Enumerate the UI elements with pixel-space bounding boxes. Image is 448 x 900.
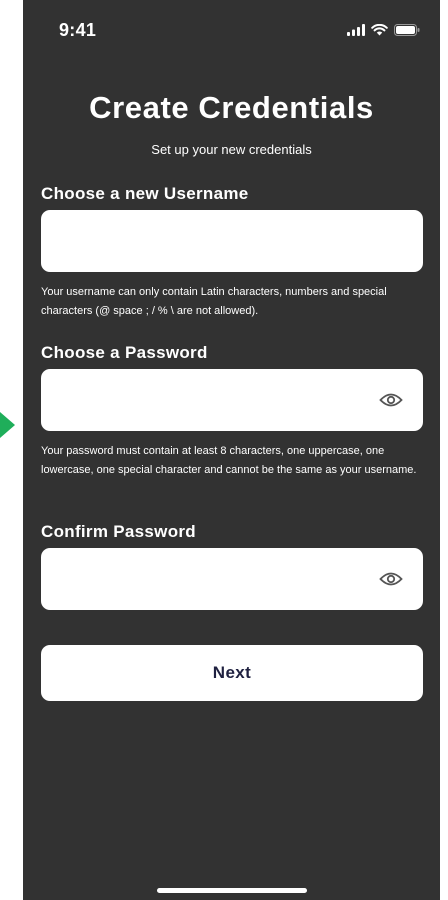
password-input[interactable]	[41, 369, 423, 431]
phone-screen: 9:41 Create Credentials Set up your new …	[23, 0, 440, 900]
confirm-password-input[interactable]	[41, 548, 423, 610]
username-hint: Your username can only contain Latin cha…	[41, 286, 387, 317]
page-subtitle: Set up your new credentials	[151, 142, 312, 157]
confirm-password-visibility-toggle[interactable]	[376, 564, 406, 594]
home-indicator[interactable]	[157, 888, 307, 893]
green-arrow-marker	[0, 412, 15, 438]
page-title: Create Credentials	[89, 90, 374, 125]
status-time: 9:41	[59, 20, 97, 40]
eye-icon	[379, 393, 403, 407]
confirm-password-label: Confirm Password	[41, 522, 196, 541]
password-label: Choose a Password	[41, 343, 208, 362]
wifi-icon	[371, 24, 388, 36]
next-button[interactable]: Next	[41, 645, 423, 701]
status-bar: 9:41	[23, 0, 440, 60]
signal-icon	[347, 24, 365, 36]
password-hint: Your password must contain at least 8 ch…	[41, 445, 417, 476]
eye-icon	[379, 572, 403, 586]
username-label: Choose a new Username	[41, 184, 249, 203]
battery-icon	[394, 24, 420, 36]
password-visibility-toggle[interactable]	[376, 385, 406, 415]
status-icons	[347, 24, 420, 36]
username-input[interactable]	[41, 210, 423, 272]
